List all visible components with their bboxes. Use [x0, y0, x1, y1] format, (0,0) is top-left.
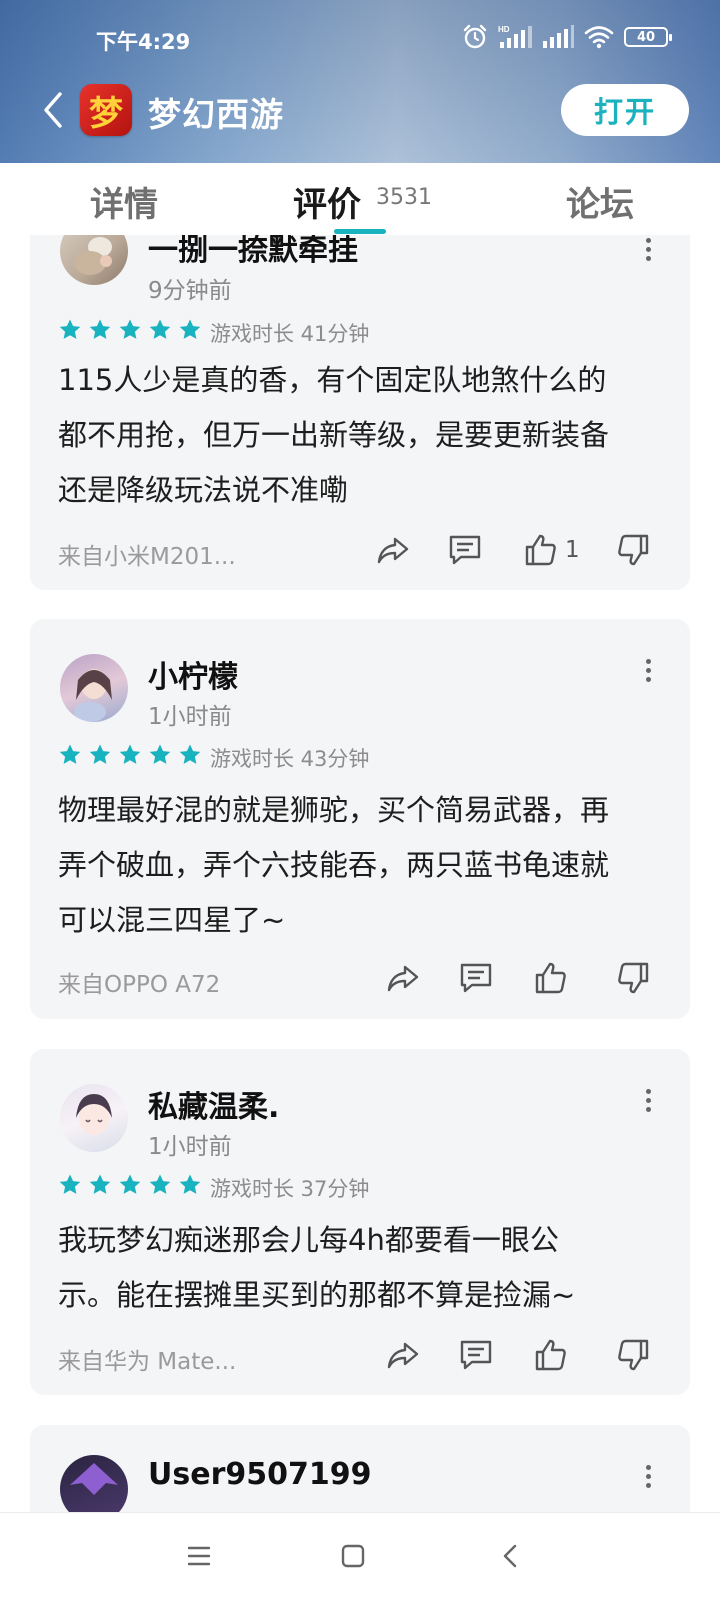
status-icons: HD 40	[462, 24, 672, 50]
menu-icon[interactable]	[186, 1543, 212, 1569]
battery-icon: 40	[624, 27, 672, 47]
star-icon	[59, 319, 81, 339]
review-text: 我玩梦幻痴迷那会儿每4h都要看一眼公 示。能在摆摊里买到的那都不算是捡漏~	[58, 1223, 576, 1312]
avatar[interactable]	[60, 235, 128, 285]
user-photo-icon	[70, 1463, 118, 1495]
star-icon	[149, 1174, 171, 1194]
reviewer-name[interactable]: User9507199	[148, 1457, 371, 1492]
device-source: 来自OPPO A72	[58, 972, 221, 998]
home-icon[interactable]	[340, 1543, 366, 1569]
rating-stars	[58, 318, 202, 342]
star-icon	[59, 1174, 81, 1194]
more-options-icon[interactable]	[643, 1462, 653, 1496]
device-source: 来自华为 Mate...	[58, 1349, 237, 1375]
thumbs-up-icon[interactable]	[523, 532, 559, 568]
thumbs-down-icon[interactable]	[615, 960, 651, 996]
more-options-icon[interactable]	[643, 235, 653, 269]
back-icon[interactable]	[498, 1543, 524, 1569]
comment-icon[interactable]	[458, 1337, 494, 1373]
star-icon	[59, 744, 81, 764]
tab-details[interactable]: 详情	[90, 177, 158, 226]
review-text: 物理最好混的就是狮驼，买个简易武器，再 弄个破血，弄个六技能吞，两只蓝书龟速就 …	[58, 793, 610, 937]
review-time: 1小时前	[148, 1134, 232, 1160]
svg-text:HD: HD	[498, 25, 510, 34]
star-icon	[149, 319, 171, 339]
user-photo-icon	[74, 237, 112, 275]
star-icon	[119, 744, 141, 764]
avatar[interactable]	[60, 654, 128, 722]
review-text: 115人少是真的香，有个固定队地煞什么的 都不用抢，但万一出新等级，是要更新装备…	[58, 363, 610, 507]
reviewer-name[interactable]: 小柠檬	[148, 652, 238, 696]
rating-stars	[58, 1173, 202, 1197]
user-photo-icon	[76, 1094, 112, 1135]
signal-icon	[543, 25, 574, 48]
share-icon[interactable]	[385, 960, 421, 996]
app-header: 下午4:29 HD 40 梦 梦幻西游 打开	[0, 0, 720, 163]
star-icon	[119, 1174, 141, 1194]
thumbs-up-icon[interactable]	[533, 1337, 569, 1373]
review-card: 私藏温柔. 1小时前 游戏时长 37分钟 我玩梦幻痴迷那会儿每4h都要看一眼公 …	[30, 1049, 690, 1395]
share-icon[interactable]	[385, 1337, 421, 1373]
thumbs-down-icon[interactable]	[615, 532, 651, 568]
tab-indicator	[334, 229, 386, 234]
reviews-count: 3531	[376, 185, 432, 210]
wifi-icon	[584, 26, 614, 49]
star-icon	[179, 744, 201, 764]
avatar[interactable]	[60, 1455, 128, 1512]
rating-stars	[58, 743, 202, 767]
tab-reviews[interactable]: 评价	[293, 177, 361, 226]
user-photo-icon	[74, 669, 112, 722]
review-card: User9507199	[30, 1425, 690, 1512]
review-card: 小柠檬 1小时前 游戏时长 43分钟 物理最好混的就是狮驼，买个简易武器，再 弄…	[30, 619, 690, 1019]
avatar[interactable]	[60, 1084, 128, 1152]
star-icon	[179, 1174, 201, 1194]
review-time: 9分钟前	[148, 278, 232, 304]
star-icon	[89, 744, 111, 764]
app-title: 梦幻西游	[148, 95, 284, 134]
tab-bar: 详情 评价 3531 论坛	[0, 163, 720, 235]
app-screen: 下午4:29 HD 40 梦 梦幻西游 打开 详情 评价 3531 论坛 一捌一…	[0, 0, 720, 1600]
thumbs-up-icon[interactable]	[533, 960, 569, 996]
system-nav-bar	[0, 1512, 720, 1600]
review-card: 一捌一捺默牵挂 9分钟前 游戏时长 41分钟 115人少是真的香，有个固定队地煞…	[30, 235, 690, 590]
star-icon	[89, 319, 111, 339]
review-list[interactable]: 一捌一捺默牵挂 9分钟前 游戏时长 41分钟 115人少是真的香，有个固定队地煞…	[0, 235, 720, 1512]
playtime: 游戏时长 41分钟	[210, 322, 370, 346]
device-source: 来自小米M201...	[58, 544, 236, 570]
alarm-icon	[463, 24, 487, 49]
star-icon	[149, 744, 171, 764]
share-icon[interactable]	[375, 532, 411, 568]
playtime: 游戏时长 43分钟	[210, 747, 370, 771]
star-icon	[119, 319, 141, 339]
thumbs-down-icon[interactable]	[615, 1337, 651, 1373]
star-icon	[89, 1174, 111, 1194]
open-button[interactable]: 打开	[561, 84, 689, 136]
reviewer-name[interactable]: 私藏温柔.	[148, 1082, 279, 1126]
comment-icon[interactable]	[447, 532, 483, 568]
tab-forum[interactable]: 论坛	[566, 177, 634, 226]
app-icon[interactable]: 梦	[80, 84, 132, 136]
review-time: 1小时前	[148, 704, 232, 730]
reviewer-name[interactable]: 一捌一捺默牵挂	[148, 235, 358, 269]
star-icon	[179, 319, 201, 339]
back-arrow-icon[interactable]	[38, 90, 72, 130]
more-options-icon[interactable]	[643, 1086, 653, 1120]
hd-signal-icon: HD	[498, 25, 532, 48]
comment-icon[interactable]	[458, 960, 494, 996]
playtime: 游戏时长 37分钟	[210, 1177, 370, 1201]
like-count: 1	[565, 537, 580, 563]
more-options-icon[interactable]	[643, 656, 653, 690]
status-time: 下午4:29	[96, 30, 191, 54]
